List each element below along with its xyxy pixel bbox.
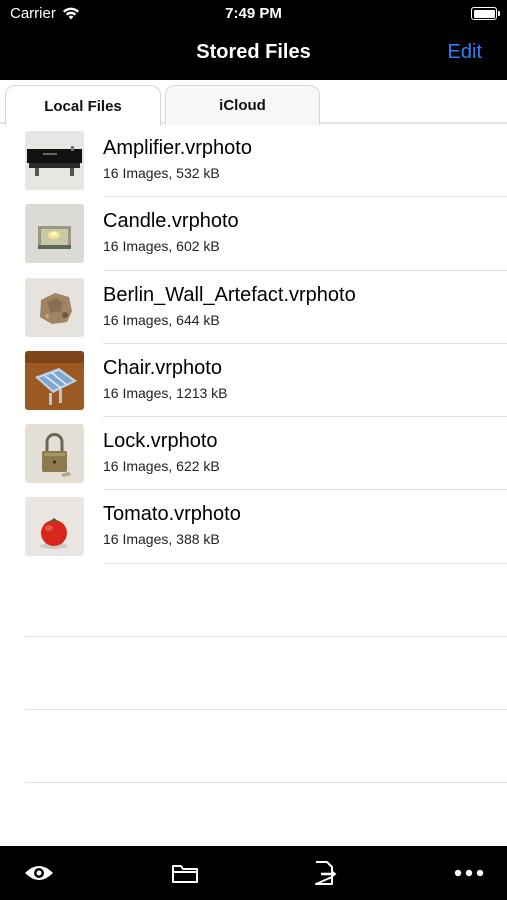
status-bar: Carrier 7:49 PM <box>0 0 507 28</box>
file-name: Lock.vrphoto <box>103 430 218 453</box>
file-row-candle[interactable]: Candle.vrphoto 16 Images, 602 kB <box>0 197 507 271</box>
file-row-chair[interactable]: Chair.vrphoto 16 Images, 1213 kB <box>0 344 507 418</box>
status-time: 7:49 PM <box>225 5 282 22</box>
file-name: Chair.vrphoto <box>103 356 222 379</box>
empty-row-divider <box>25 782 507 783</box>
file-name: Tomato.vrphoto <box>103 503 241 526</box>
file-name: Candle.vrphoto <box>103 210 239 233</box>
file-row-tomato[interactable]: Tomato.vrphoto 16 Images, 388 kB <box>0 490 507 564</box>
page-title: Stored Files <box>196 41 311 63</box>
battery-icon <box>471 7 500 20</box>
bottom-toolbar <box>0 846 507 900</box>
file-name: Berlin_Wall_Artefact.vrphoto <box>103 283 356 306</box>
chair-thumbnail <box>25 350 84 410</box>
export-icon <box>315 861 337 885</box>
file-meta: 16 Images, 388 kB <box>103 531 220 548</box>
file-meta: 16 Images, 532 kB <box>103 165 220 181</box>
file-list: Amplifier.vrphoto 16 Images, 532 kB Cand… <box>0 124 507 564</box>
file-row-lock[interactable]: Lock.vrphoto 16 Images, 622 kB <box>0 417 507 491</box>
file-name: Amplifier.vrphoto <box>103 137 252 159</box>
tomato-thumbnail <box>25 497 84 557</box>
amplifier-thumbnail <box>25 131 84 190</box>
file-row-berlin-wall-artefact[interactable]: Berlin_Wall_Artefact.vrphoto 16 Images, … <box>0 271 507 344</box>
stone-thumbnail <box>25 277 84 337</box>
edit-button[interactable]: Edit <box>448 41 482 64</box>
folder-button[interactable] <box>168 860 202 886</box>
folder-icon <box>172 865 198 883</box>
candle-thumbnail <box>25 204 84 264</box>
empty-row-divider <box>25 636 507 637</box>
view-button[interactable] <box>22 860 56 886</box>
more-button[interactable] <box>452 860 486 886</box>
file-meta: 16 Images, 644 kB <box>103 311 220 328</box>
more-icon <box>454 869 484 877</box>
storage-tabs: Local Files iCloud <box>0 80 507 126</box>
padlock-thumbnail <box>25 424 84 484</box>
tab-icloud[interactable]: iCloud <box>165 85 320 125</box>
file-row-amplifier[interactable]: Amplifier.vrphoto 16 Images, 532 kB <box>0 124 507 198</box>
eye-icon <box>25 866 53 880</box>
file-meta: 16 Images, 1213 kB <box>103 384 228 401</box>
file-meta: 16 Images, 602 kB <box>103 238 220 255</box>
export-button[interactable] <box>309 860 343 886</box>
file-meta: 16 Images, 622 kB <box>103 458 220 475</box>
navigation-bar: Stored Files Edit <box>0 28 507 80</box>
row-divider <box>103 562 507 564</box>
empty-row-divider <box>25 709 507 710</box>
tab-local-files[interactable]: Local Files <box>5 85 161 126</box>
